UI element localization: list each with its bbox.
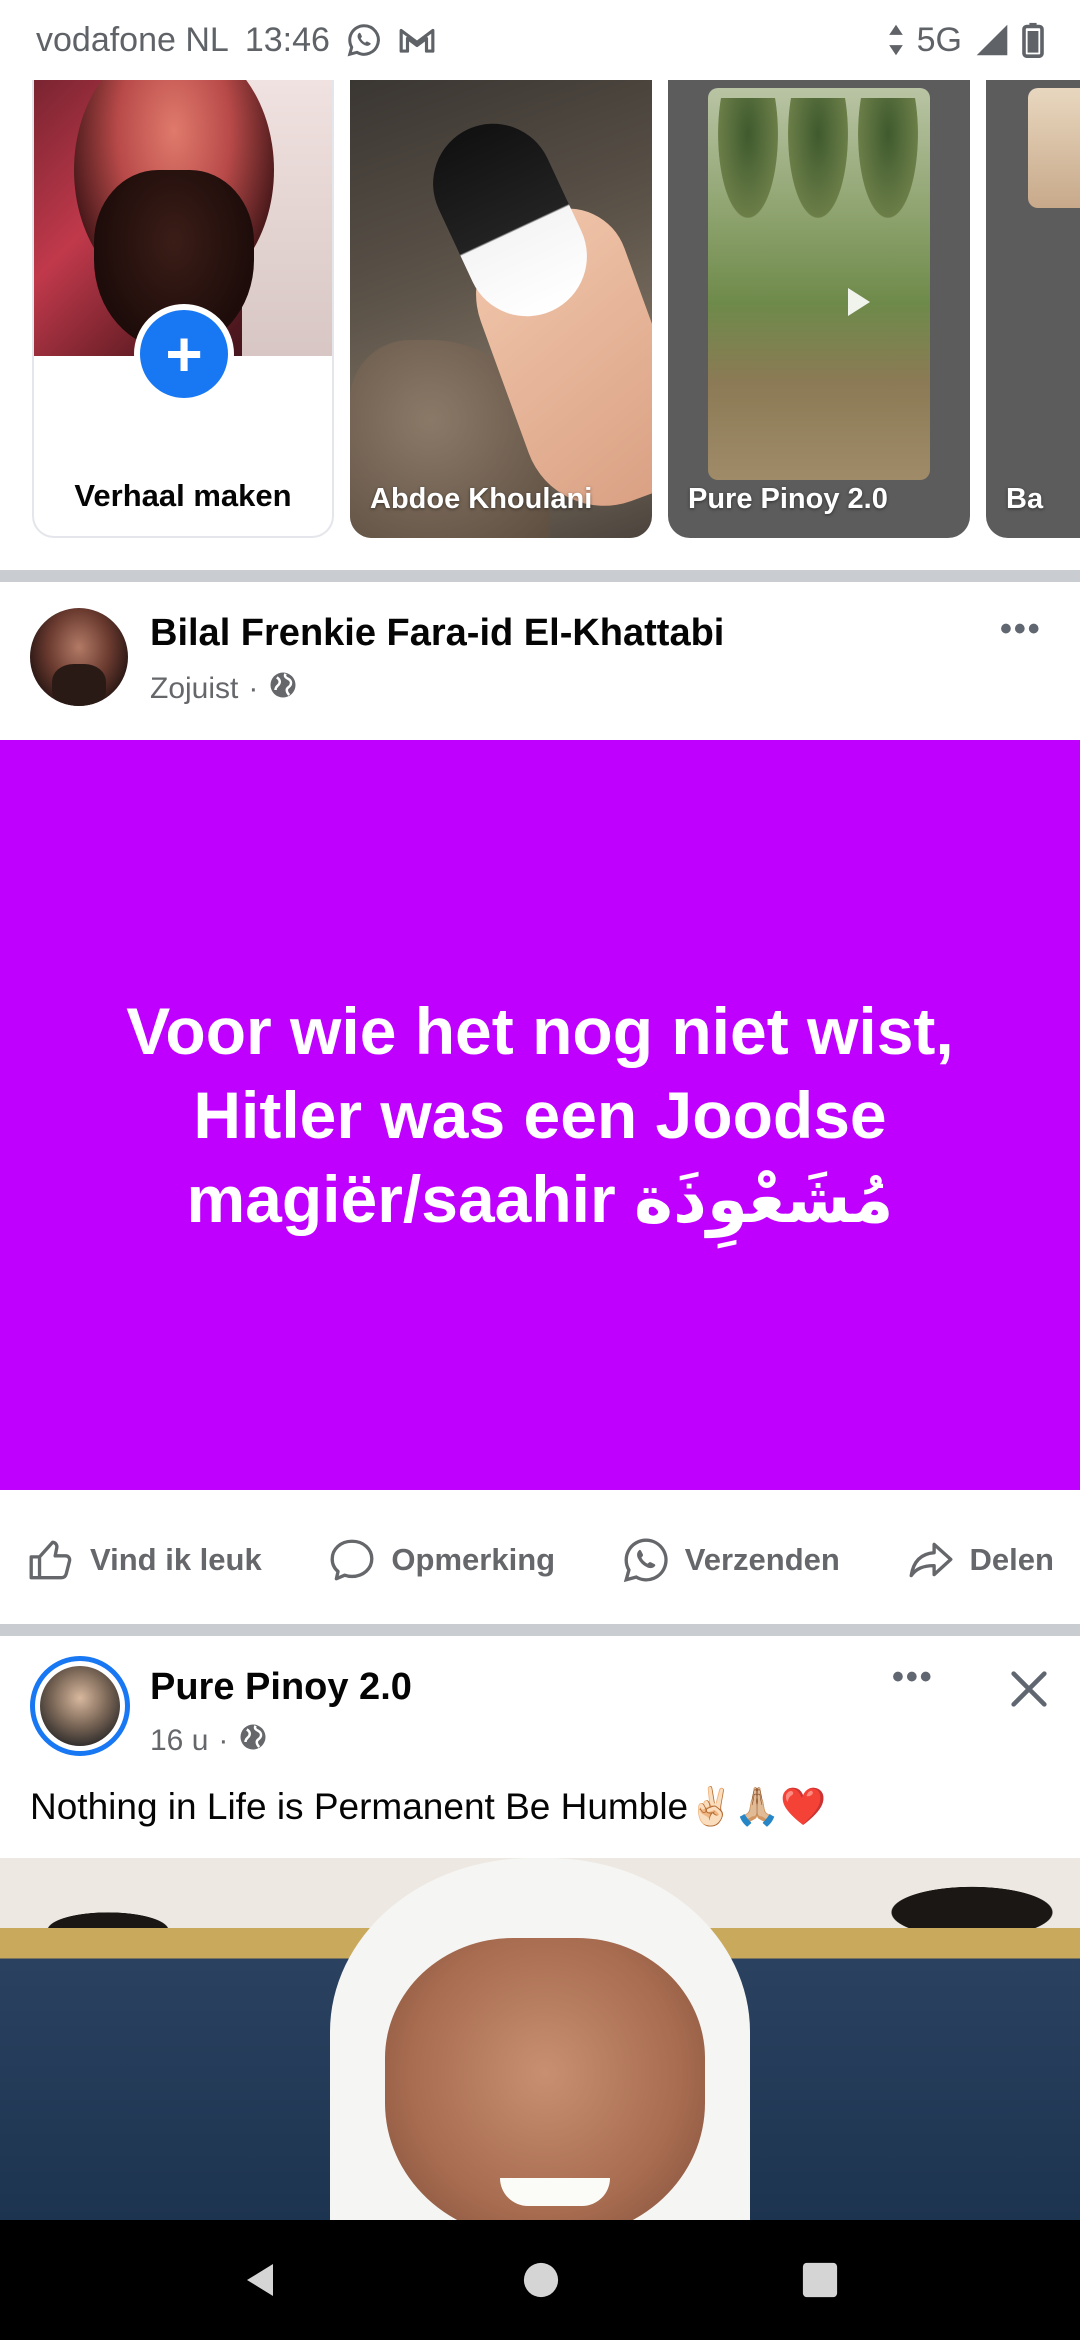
post-time[interactable]: 16 u: [150, 1724, 208, 1758]
comment-button[interactable]: Opmerking: [327, 1535, 555, 1585]
post-time[interactable]: Zojuist: [150, 672, 238, 706]
story-create[interactable]: + Verhaal maken: [32, 80, 334, 538]
share-label: Delen: [969, 1542, 1054, 1577]
post-meta: 16 u ·: [150, 1722, 268, 1760]
recents-icon[interactable]: [801, 2261, 839, 2299]
thumbs-up-icon: [26, 1535, 76, 1585]
clock: 13:46: [244, 20, 330, 59]
close-icon[interactable]: [1006, 1666, 1052, 1712]
system-nav-bar: [0, 2220, 1080, 2340]
share-icon: [906, 1535, 956, 1585]
gmail-icon: [398, 24, 436, 56]
more-options-button[interactable]: •••: [892, 1658, 934, 1697]
post-author[interactable]: Pure Pinoy 2.0: [150, 1666, 412, 1709]
post-photo[interactable]: [0, 1858, 1080, 2220]
share-button[interactable]: Delen: [906, 1535, 1054, 1585]
post-actions: Vind ik leuk Opmerking Verzenden Delen: [0, 1490, 1080, 1630]
post-header: Bilal Frenkie Fara-id El-Khattabi Zojuis…: [0, 582, 1080, 742]
play-icon: [848, 288, 870, 316]
post-text: Voor wie het nog niet wist, Hitler was e…: [126, 994, 954, 1236]
home-icon[interactable]: [522, 2261, 560, 2299]
globe-icon: [238, 1722, 268, 1760]
like-button[interactable]: Vind ik leuk: [26, 1535, 262, 1585]
section-divider: [0, 1624, 1080, 1636]
globe-icon: [268, 670, 298, 708]
avatar[interactable]: [30, 1656, 130, 1756]
post-header: Pure Pinoy 2.0 16 u · •••: [0, 1636, 1080, 1796]
comment-icon: [327, 1535, 377, 1585]
story-item[interactable]: Ba: [986, 80, 1080, 538]
whatsapp-icon: [346, 22, 382, 58]
more-options-button[interactable]: •••: [1000, 610, 1042, 649]
story-author-name: Abdoe Khoulani: [370, 483, 593, 515]
back-icon[interactable]: [241, 2260, 281, 2300]
post-text-background: Voor wie het nog niet wist, Hitler was e…: [0, 740, 1080, 1490]
carrier-name: vodafone NL: [36, 20, 229, 59]
meta-separator: ·: [248, 672, 259, 705]
post-caption: Nothing in Life is Permanent Be Humble✌🏻…: [30, 1786, 827, 1827]
add-story-icon[interactable]: +: [134, 304, 234, 404]
meta-separator: ·: [218, 1724, 229, 1757]
story-item[interactable]: Pure Pinoy 2.0: [668, 80, 970, 538]
comment-label: Opmerking: [391, 1542, 556, 1577]
create-story-label: Verhaal maken: [74, 478, 292, 513]
whatsapp-icon: [621, 1535, 671, 1585]
post-meta: Zojuist ·: [150, 670, 298, 708]
network-type: 5G: [916, 20, 962, 59]
stories-tray: + Verhaal maken Abdoe Khoulani Pure Pino…: [0, 80, 1080, 540]
signal-icon: [974, 23, 1010, 57]
story-author-name: Ba: [1006, 483, 1044, 515]
section-divider: [0, 570, 1080, 582]
like-label: Vind ik leuk: [90, 1542, 262, 1577]
send-label: Verzenden: [684, 1542, 840, 1577]
data-arrows-icon: [887, 23, 905, 57]
status-bar: vodafone NL 13:46 5G: [0, 0, 1080, 80]
story-video-thumbnail: [708, 88, 930, 480]
story-author-name: Pure Pinoy 2.0: [688, 483, 888, 515]
avatar[interactable]: [30, 608, 128, 706]
battery-icon: [1022, 22, 1044, 58]
story-item[interactable]: Abdoe Khoulani: [350, 80, 652, 538]
post-author[interactable]: Bilal Frenkie Fara-id El-Khattabi: [150, 612, 724, 655]
send-button[interactable]: Verzenden: [621, 1535, 840, 1585]
